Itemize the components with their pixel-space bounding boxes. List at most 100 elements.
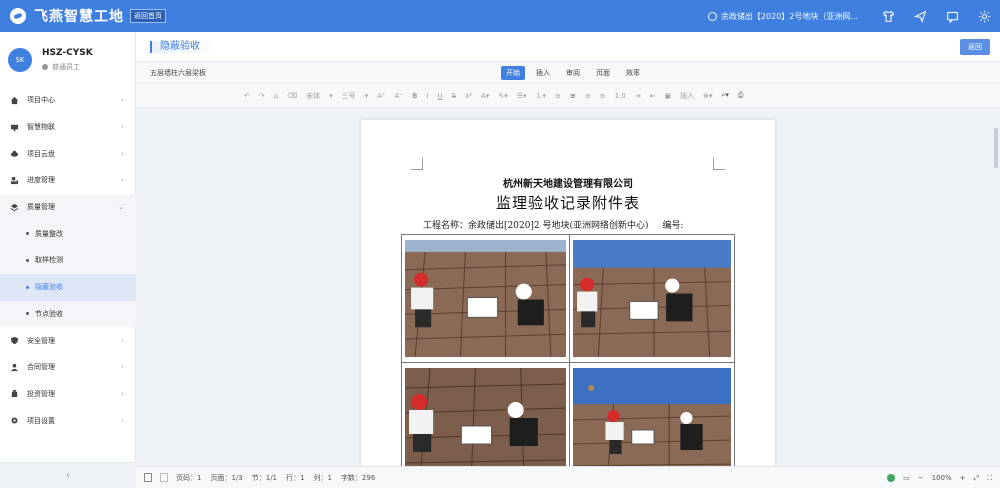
tab-start[interactable]: 开始	[501, 66, 525, 80]
message-icon[interactable]	[936, 0, 968, 32]
sidebar-subitem-rectification[interactable]: 质量整改	[0, 220, 136, 248]
zoom-level[interactable]: 100%	[932, 474, 952, 482]
bullet-icon	[26, 312, 29, 316]
site-photo[interactable]	[405, 240, 566, 357]
monitor-icon	[10, 123, 19, 132]
list-icon[interactable]: ☰▾	[517, 92, 527, 100]
sync-status-icon[interactable]	[887, 474, 896, 482]
money-icon	[10, 389, 19, 398]
site-photo[interactable]	[573, 368, 731, 466]
project-name-text: 工程名称：余政储出[2020]2 号地块(亚洲网络创新中心)	[423, 221, 649, 231]
sidebar-subitem-label: 隐蔽验收	[35, 283, 63, 292]
indent-icon[interactable]: ⇥	[635, 92, 641, 100]
bullet-icon	[26, 232, 29, 236]
status-col: 列：1	[313, 473, 332, 482]
settings-icon[interactable]	[968, 0, 1000, 32]
redo-icon[interactable]: ↷	[259, 92, 265, 100]
company-name: 杭州新天地建设管理有限公司	[503, 179, 633, 190]
sidebar: SK HSZ-CYSK 普通员工 项目中心 › 智慧物联 › 项目云盘 › 进度管理 ›…	[0, 32, 136, 488]
photo-cell	[402, 363, 570, 466]
collapse-sidebar-button[interactable]: ‹	[0, 462, 136, 488]
sidebar-item-label: 安全管理	[27, 336, 55, 345]
image-icon[interactable]: ▣	[664, 92, 671, 100]
strikethrough-button[interactable]: S	[452, 92, 456, 100]
app-logo[interactable]: 飞燕智慧工地	[10, 6, 124, 26]
shirt-icon[interactable]	[872, 0, 904, 32]
chevron-right-icon: ›	[121, 363, 124, 372]
shrink-font-button[interactable]: A⁻	[395, 92, 403, 100]
chevron-right-icon: ›	[121, 96, 124, 105]
sidebar-item-quality[interactable]: 质量管理 ⌄	[0, 193, 136, 221]
undo-icon[interactable]: ↶	[244, 92, 250, 100]
grow-font-button[interactable]: A⁺	[377, 92, 385, 100]
sidebar-item-safety[interactable]: 安全管理 ›	[0, 327, 136, 354]
underline-button[interactable]: U	[438, 92, 443, 100]
chevron-down-icon: ▾	[364, 91, 369, 100]
site-photo[interactable]	[573, 240, 731, 357]
site-photo[interactable]	[405, 368, 566, 466]
outdent-icon[interactable]: ⇤	[650, 92, 656, 100]
scrollbar-thumb[interactable]	[994, 128, 998, 168]
chevron-right-icon: ›	[121, 389, 124, 398]
zoom-in-button[interactable]: +	[960, 474, 966, 482]
fit-page-icon[interactable]: ⤢	[973, 474, 979, 483]
page-icon[interactable]	[160, 473, 168, 482]
insert-menu[interactable]: 插入	[680, 91, 694, 101]
sidebar-subitem-sampling[interactable]: 取样检测	[0, 247, 136, 274]
sidebar-item-iot[interactable]: 智慧物联 ›	[0, 114, 136, 141]
location-icon	[707, 11, 717, 21]
chevron-right-icon: ›	[121, 123, 124, 132]
print-icon[interactable]: ⎙	[738, 91, 744, 100]
align-right-icon[interactable]: ≡	[585, 92, 591, 100]
tab-efficiency[interactable]: 效率	[621, 66, 645, 80]
send-icon[interactable]	[904, 0, 936, 32]
sidebar-subitem-node-acceptance[interactable]: 节点验收	[0, 300, 136, 328]
sidebar-item-contract[interactable]: 合同管理 ›	[0, 354, 136, 381]
status-row: 行：1	[286, 473, 305, 482]
font-family-select[interactable]: 宋体	[306, 91, 320, 101]
document-page[interactable]: 杭州新天地建设管理有限公司 监理验收记录附件表 工程名称：余政储出[2020]2…	[361, 120, 775, 466]
font-color-icon[interactable]: A▾	[481, 92, 489, 100]
numbered-list-icon[interactable]: ⒈▾	[536, 91, 547, 101]
document-canvas[interactable]: 杭州新天地建设管理有限公司 监理验收记录附件表 工程名称：余政储出[2020]2…	[136, 108, 1000, 466]
sidebar-item-label: 项目设置	[27, 416, 55, 425]
line-spacing-select[interactable]: 1.0	[615, 92, 626, 100]
sidebar-item-settings[interactable]: 项目设置 ›	[0, 407, 136, 434]
sidebar-item-progress[interactable]: 进度管理 ›	[0, 167, 136, 194]
vertical-scrollbar[interactable]	[992, 108, 1000, 466]
highlight-icon[interactable]: ✎▾	[498, 92, 507, 100]
superscript-icon[interactable]: x²	[465, 92, 472, 100]
sidebar-item-cloud-disk[interactable]: 项目云盘 ›	[0, 140, 136, 167]
back-button[interactable]: 返回	[960, 39, 990, 55]
zoom-icon[interactable]: ⊕▾	[703, 92, 712, 100]
main-content: 隐蔽验收 返回 五层墙柱六层梁板 开始 插入 审阅 页面 效率 ↶ ↷ ⌂ ⌫ …	[136, 32, 1000, 488]
fullscreen-icon[interactable]: ⛶	[987, 474, 992, 483]
align-left-icon[interactable]: ≡	[555, 92, 561, 100]
search-icon[interactable]: ⌕▾	[721, 91, 728, 100]
font-size-select[interactable]: 三号	[342, 91, 356, 101]
view-mode-icon[interactable]: ▭	[903, 474, 910, 482]
italic-button[interactable]: I	[426, 92, 428, 100]
format-painter-icon[interactable]: ⌂	[274, 92, 278, 100]
clear-format-icon[interactable]: ⌫	[287, 92, 297, 100]
avatar[interactable]: SK	[8, 47, 32, 72]
sidebar-item-project-center[interactable]: 项目中心 ›	[0, 87, 136, 114]
tab-insert[interactable]: 插入	[531, 66, 555, 80]
sidebar-subitem-label: 节点验收	[35, 309, 63, 318]
bold-button[interactable]: B	[412, 92, 417, 100]
justify-icon[interactable]: ≡	[600, 92, 606, 100]
chevron-right-icon: ›	[121, 416, 124, 425]
sidebar-subitem-concealed-acceptance[interactable]: 隐蔽验收	[0, 273, 136, 301]
number-label: 编号:	[662, 221, 684, 231]
page-title: 隐蔽验收	[150, 40, 220, 53]
sidebar-item-investment[interactable]: 投资管理 ›	[0, 381, 136, 408]
align-center-icon[interactable]: ≡	[570, 92, 576, 100]
tab-page[interactable]: 页面	[591, 66, 615, 80]
project-selector[interactable]: 余政储出【2020】2号地块（亚洲网...	[707, 11, 858, 22]
sidebar-item-label: 项目云盘	[27, 149, 55, 158]
tab-review[interactable]: 审阅	[561, 66, 585, 80]
user-name: HSZ-CYSK	[42, 47, 93, 58]
document-icon[interactable]	[144, 473, 152, 482]
zoom-out-button[interactable]: −	[918, 474, 924, 482]
back-home-button[interactable]: 返回首页	[130, 9, 166, 23]
